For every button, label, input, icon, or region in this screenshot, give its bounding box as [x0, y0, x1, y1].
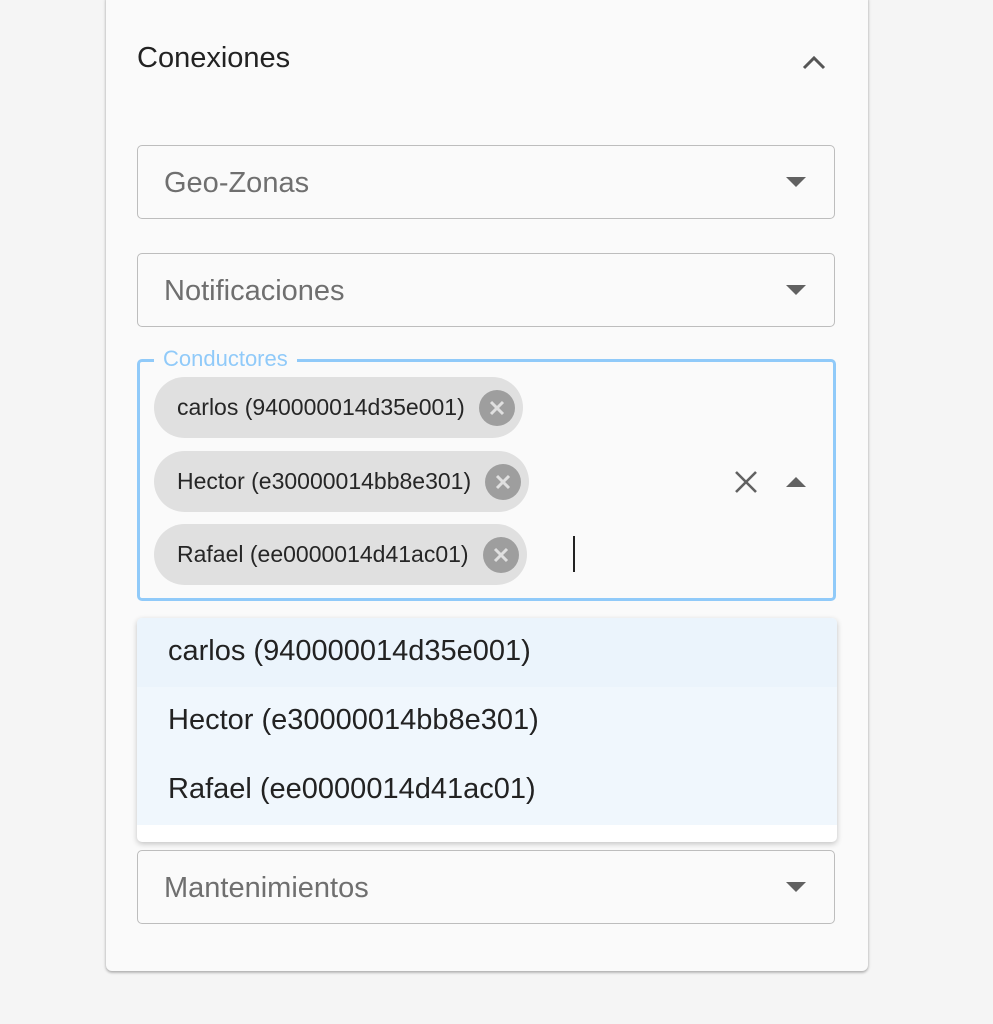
collapse-button[interactable]	[796, 44, 832, 80]
geozonas-select[interactable]: Geo-Zonas	[137, 145, 835, 219]
mantenimientos-select[interactable]: Mantenimientos	[137, 850, 835, 924]
arrow-drop-down-icon	[786, 882, 806, 892]
chip-label: Rafael (ee0000014d41ac01)	[177, 541, 469, 567]
notificaciones-label: Notificaciones	[164, 275, 345, 307]
option-conductor[interactable]: carlos (940000014d35e001)	[137, 618, 837, 687]
chip-label: Hector (e30000014bb8e301)	[177, 468, 472, 494]
clear-button[interactable]	[728, 464, 764, 500]
chip-conductor: Hector (e30000014bb8e301)	[154, 451, 530, 512]
option-label: Hector (e30000014bb8e301)	[168, 704, 539, 736]
chip-conductor: carlos (940000014d35e001)	[154, 377, 523, 438]
chip-delete-button[interactable]	[482, 536, 519, 573]
geozonas-label: Geo-Zonas	[164, 167, 310, 199]
option-label: carlos (940000014d35e001)	[168, 635, 531, 667]
chip-label: carlos (940000014d35e001)	[177, 394, 465, 420]
chip-delete-button[interactable]	[478, 389, 515, 426]
chip-conductor: Rafael (ee0000014d41ac01)	[154, 524, 527, 585]
option-conductor[interactable]: Rafael (ee0000014d41ac01)	[137, 756, 837, 825]
text-input-caret[interactable]	[573, 536, 575, 572]
arrow-drop-up-icon	[786, 477, 806, 487]
mantenimientos-label: Mantenimientos	[164, 872, 369, 904]
cancel-icon	[493, 547, 508, 562]
option-conductor[interactable]: Hector (e30000014bb8e301)	[137, 687, 837, 756]
chevron-up-icon	[802, 55, 826, 70]
conductores-label: Conductores	[154, 346, 297, 372]
cancel-icon	[489, 400, 504, 415]
arrow-drop-down-icon	[786, 177, 806, 187]
connections-card: Conexiones Geo-Zonas Notificaciones Cond…	[106, 0, 868, 971]
cancel-icon	[496, 474, 511, 489]
option-label: Rafael (ee0000014d41ac01)	[168, 773, 536, 805]
card-title: Conexiones	[137, 42, 291, 74]
popup-toggle-button[interactable]	[778, 464, 814, 500]
close-icon	[735, 471, 757, 493]
notificaciones-select[interactable]: Notificaciones	[137, 253, 835, 327]
options-listbox: carlos (940000014d35e001) Hector (e30000…	[137, 618, 837, 842]
chip-delete-button[interactable]	[485, 463, 522, 500]
arrow-drop-down-icon	[786, 285, 806, 295]
